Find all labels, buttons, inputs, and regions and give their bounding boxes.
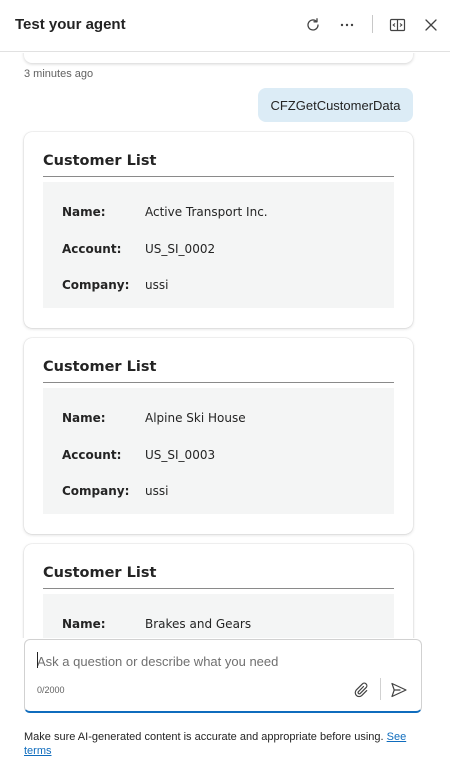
fact-label: Company: xyxy=(62,484,130,498)
fact-set: Name: Active Transport Inc. Account: US_… xyxy=(43,182,394,308)
refresh-button[interactable] xyxy=(302,14,324,36)
send-icon xyxy=(391,682,407,698)
fact-label: Name: xyxy=(62,617,106,631)
previous-message-card xyxy=(24,53,413,63)
panel-title: Test your agent xyxy=(15,16,126,33)
fact-value: US_SI_0003 xyxy=(145,448,216,462)
user-message-bubble: CFZGetCustomerData xyxy=(258,88,413,122)
card-divider xyxy=(43,382,394,383)
customer-card: Customer List Name: Brakes and Gears xyxy=(24,544,413,638)
character-count: 0/2000 xyxy=(37,685,65,695)
composer-divider xyxy=(380,678,381,700)
toggle-panel-button[interactable] xyxy=(386,14,408,36)
attach-button[interactable] xyxy=(351,680,371,700)
disclaimer-text: Make sure AI-generated content is accura… xyxy=(24,731,384,743)
header: Test your agent xyxy=(0,0,450,52)
more-options-button[interactable] xyxy=(336,14,358,36)
card-title: Customer List xyxy=(43,565,157,581)
refresh-icon xyxy=(307,18,319,31)
link-text: See xyxy=(386,731,407,743)
fact-set: Name: Alpine Ski House Account: US_SI_00… xyxy=(43,388,394,514)
fact-value: Alpine Ski House xyxy=(145,411,246,425)
message-timestamp: 3 minutes ago xyxy=(24,68,94,80)
card-divider xyxy=(43,176,394,177)
message-composer: 0/2000 xyxy=(24,639,422,713)
close-icon xyxy=(425,19,437,31)
card-divider xyxy=(43,588,394,589)
link-text: terms xyxy=(24,745,52,757)
customer-card: Customer List Name: Active Transport Inc… xyxy=(24,132,413,328)
chat-transcript[interactable]: 3 minutes ago CFZGetCustomerData Custome… xyxy=(0,53,450,638)
attach-icon xyxy=(354,682,368,698)
fact-value: US_SI_0002 xyxy=(145,242,216,256)
header-divider xyxy=(372,15,373,33)
ai-disclaimer: Make sure AI-generated content is accura… xyxy=(24,730,424,758)
text-caret xyxy=(37,652,38,668)
fact-value: Active Transport Inc. xyxy=(145,205,268,219)
fact-value: ussi xyxy=(145,278,169,292)
fact-value: Brakes and Gears xyxy=(145,617,252,631)
send-button[interactable] xyxy=(389,680,409,700)
fact-set: Name: Brakes and Gears xyxy=(43,594,394,638)
fact-value: ussi xyxy=(145,484,169,498)
more-icon xyxy=(340,23,354,27)
close-button[interactable] xyxy=(420,14,442,36)
card-title: Customer List xyxy=(43,359,157,375)
fact-label: Company: xyxy=(62,278,130,292)
card-title: Customer List xyxy=(43,153,157,169)
panel-icon xyxy=(389,18,405,31)
fact-label: Account: xyxy=(62,242,122,256)
fact-label: Account: xyxy=(62,448,122,462)
fact-label: Name: xyxy=(62,411,106,425)
fact-label: Name: xyxy=(62,205,106,219)
message-input[interactable] xyxy=(37,652,407,670)
customer-card: Customer List Name: Alpine Ski House Acc… xyxy=(24,338,413,534)
